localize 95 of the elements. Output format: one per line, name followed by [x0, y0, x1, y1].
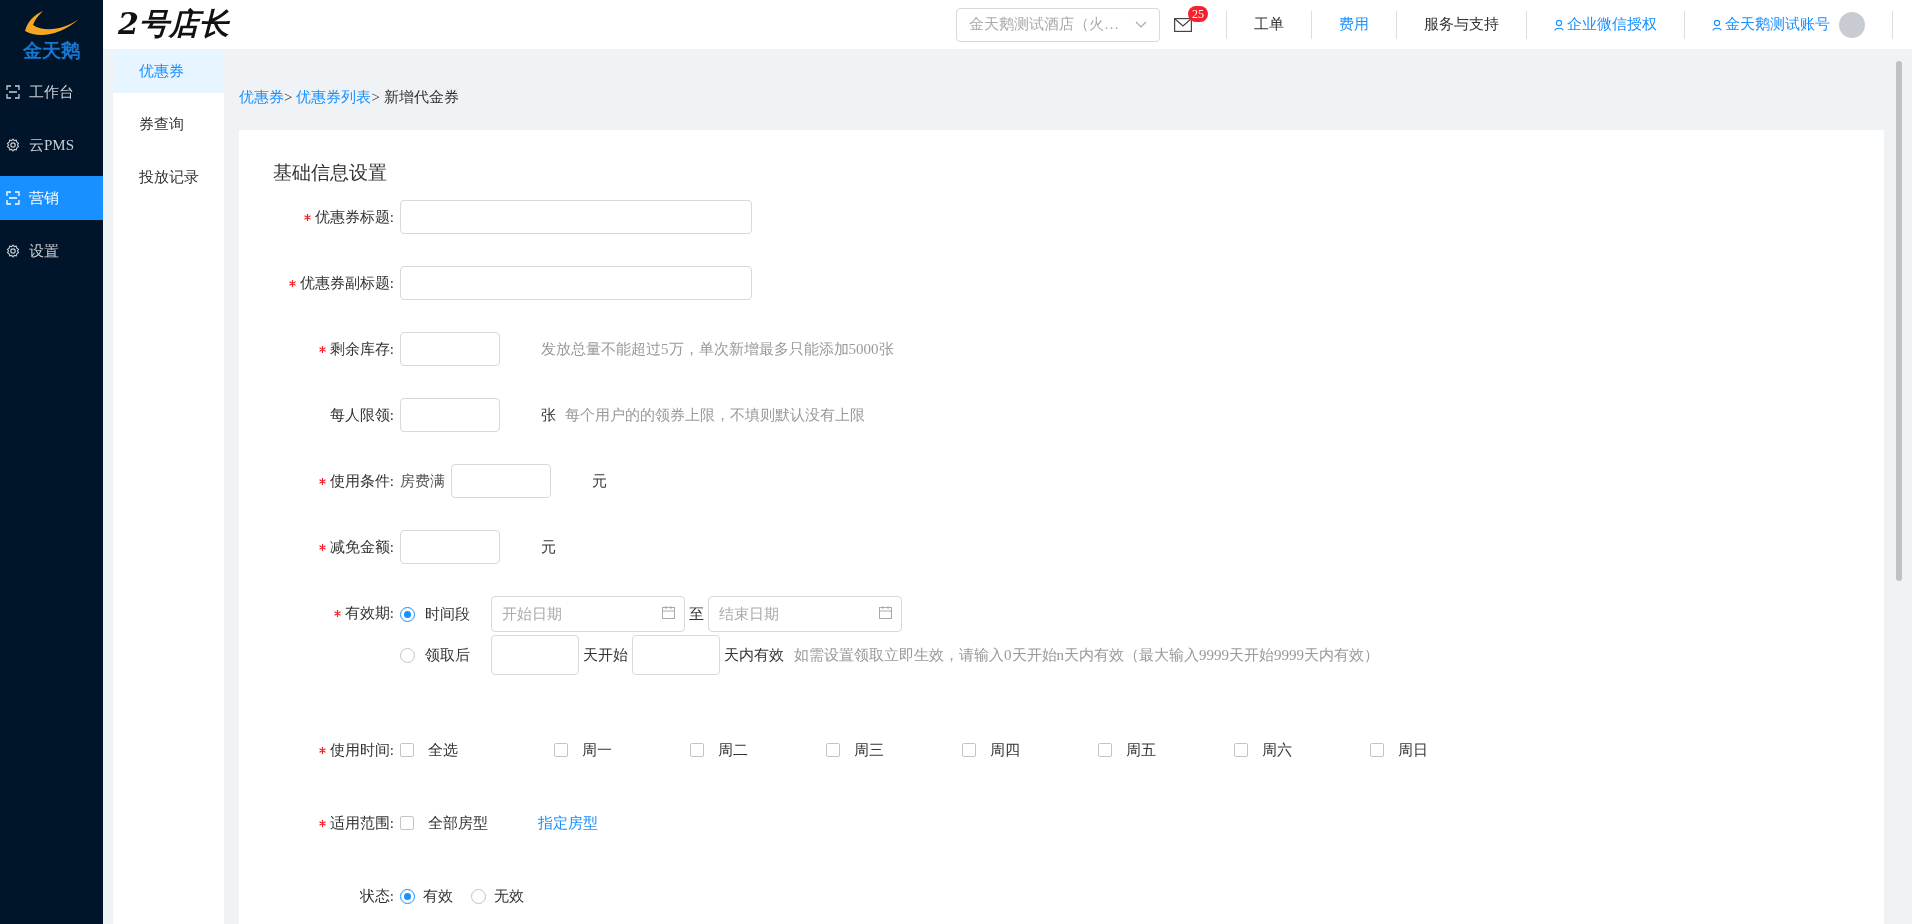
- range-separator: 至: [689, 604, 704, 624]
- required-icon: [288, 279, 296, 287]
- required-icon: [303, 213, 311, 221]
- calendar-icon: [662, 606, 675, 619]
- hint-text: 如需设置领取立即生效，请输入0天开始n天内有效（最大输入9999天开始9999天内有效）: [794, 645, 1379, 665]
- date-field[interactable]: 开始日期: [491, 596, 685, 632]
- checkbox[interactable]: [400, 816, 414, 830]
- mail-icon: [1174, 17, 1192, 32]
- checkbox[interactable]: [400, 743, 414, 757]
- unit-text: 天内有效: [724, 645, 784, 665]
- number-input[interactable]: [400, 398, 500, 432]
- subnav-item[interactable]: 优惠券: [113, 49, 224, 93]
- radio-label: 领取后: [425, 645, 470, 665]
- scrollbar-thumb[interactable]: [1896, 61, 1902, 581]
- form-label: 使用时间:: [329, 740, 394, 760]
- hint-text: 每个用户的的领券上限，不填则默认没有上限: [565, 405, 865, 425]
- frame-icon: [6, 85, 20, 99]
- form-label: 使用条件:: [329, 471, 394, 491]
- frame-icon: [6, 191, 20, 205]
- prefix-text: 房费满: [400, 471, 445, 491]
- unit-text: 元: [541, 537, 556, 557]
- checkbox-label: 全选: [428, 740, 458, 760]
- date-field[interactable]: 结束日期: [708, 596, 902, 632]
- notification-badge: 25: [1188, 5, 1208, 22]
- unit-text: 元: [592, 471, 607, 491]
- subnav-item[interactable]: 投放记录: [113, 155, 224, 199]
- breadcrumb-link[interactable]: 优惠券列表: [296, 88, 372, 107]
- form-label: 剩余库存:: [329, 339, 394, 359]
- checkbox-label: 周三: [854, 740, 884, 760]
- required-icon: [318, 477, 326, 485]
- form-label: 优惠券副标题:: [299, 273, 394, 293]
- form-label: 每人限领:: [329, 405, 394, 425]
- header-link[interactable]: 企业微信授权: [1526, 10, 1684, 39]
- specify-room-link[interactable]: 指定房型: [538, 813, 598, 833]
- hint-text: 发放总量不能超过5万，单次新增最多只能添加5000张: [541, 339, 894, 359]
- header-link[interactable]: 工单: [1226, 10, 1311, 39]
- checkbox[interactable]: [826, 743, 840, 757]
- checkbox[interactable]: [1234, 743, 1248, 757]
- user-icon: [1554, 18, 1564, 31]
- text-input[interactable]: [400, 200, 752, 234]
- checkbox-label: 周一: [582, 740, 612, 760]
- checkbox-label: 周六: [1262, 740, 1292, 760]
- breadcrumb-link[interactable]: 优惠券: [239, 88, 284, 107]
- checkbox[interactable]: [554, 743, 568, 757]
- number-input[interactable]: [451, 464, 551, 498]
- number-input[interactable]: [491, 635, 579, 675]
- checkbox-label: 周二: [718, 740, 748, 760]
- chevron-down-icon: [1135, 20, 1147, 29]
- required-icon: [318, 543, 326, 551]
- text-input[interactable]: [400, 266, 752, 300]
- user-icon: [1712, 18, 1722, 31]
- nav-item[interactable]: 工作台: [0, 70, 103, 114]
- radio-label: 时间段: [425, 604, 470, 624]
- section-title: 基础信息设置: [273, 161, 388, 185]
- breadcrumb-separator: >: [371, 89, 380, 106]
- form-label: 优惠券标题:: [314, 207, 394, 227]
- gear-icon: [6, 244, 20, 258]
- form-label: 适用范围:: [329, 813, 394, 833]
- checkbox-label: 周五: [1126, 740, 1156, 760]
- required-icon: [318, 345, 326, 353]
- checkbox-label: 全部房型: [428, 813, 488, 833]
- number-input[interactable]: [400, 332, 500, 366]
- nav-item[interactable]: 设置: [0, 229, 103, 273]
- number-input[interactable]: [400, 530, 500, 564]
- header-link[interactable]: 费用: [1311, 10, 1396, 39]
- header-link[interactable]: 服务与支持: [1396, 10, 1526, 39]
- form-label: 减免金额:: [329, 537, 394, 557]
- checkbox[interactable]: [1370, 743, 1384, 757]
- radio-label: 有效: [423, 886, 453, 906]
- checkbox-label: 周日: [1398, 740, 1428, 760]
- required-icon: [333, 609, 341, 617]
- number-input[interactable]: [632, 635, 720, 675]
- required-icon: [318, 819, 326, 827]
- unit-text: 天开始: [583, 645, 628, 665]
- checkbox[interactable]: [1098, 743, 1112, 757]
- checkbox[interactable]: [690, 743, 704, 757]
- logo-text: 金天鹅: [23, 39, 80, 61]
- gear-icon: [6, 138, 20, 152]
- form-label: 有效期:: [344, 603, 394, 623]
- nav-item[interactable]: 云PMS: [0, 123, 103, 167]
- form-label: 状态:: [359, 886, 394, 906]
- checkbox[interactable]: [962, 743, 976, 757]
- radio-label: 无效: [494, 886, 524, 906]
- nav-item[interactable]: 营销: [0, 176, 103, 220]
- checkbox-label: 周四: [990, 740, 1020, 760]
- header-link[interactable]: 金天鹅测试账号: [1684, 10, 1892, 39]
- unit-text: 张: [541, 405, 556, 425]
- breadcrumb-separator: >: [284, 89, 293, 106]
- breadcrumb-current: 新增代金券: [383, 88, 459, 107]
- hotel-select[interactable]: 金天鹅测试酒店（火…: [956, 7, 1160, 42]
- calendar-icon: [879, 606, 892, 619]
- subnav-item[interactable]: 券查询: [113, 102, 224, 146]
- required-icon: [318, 746, 326, 754]
- avatar: [1839, 11, 1865, 38]
- app-title: 2号店长: [118, 5, 231, 43]
